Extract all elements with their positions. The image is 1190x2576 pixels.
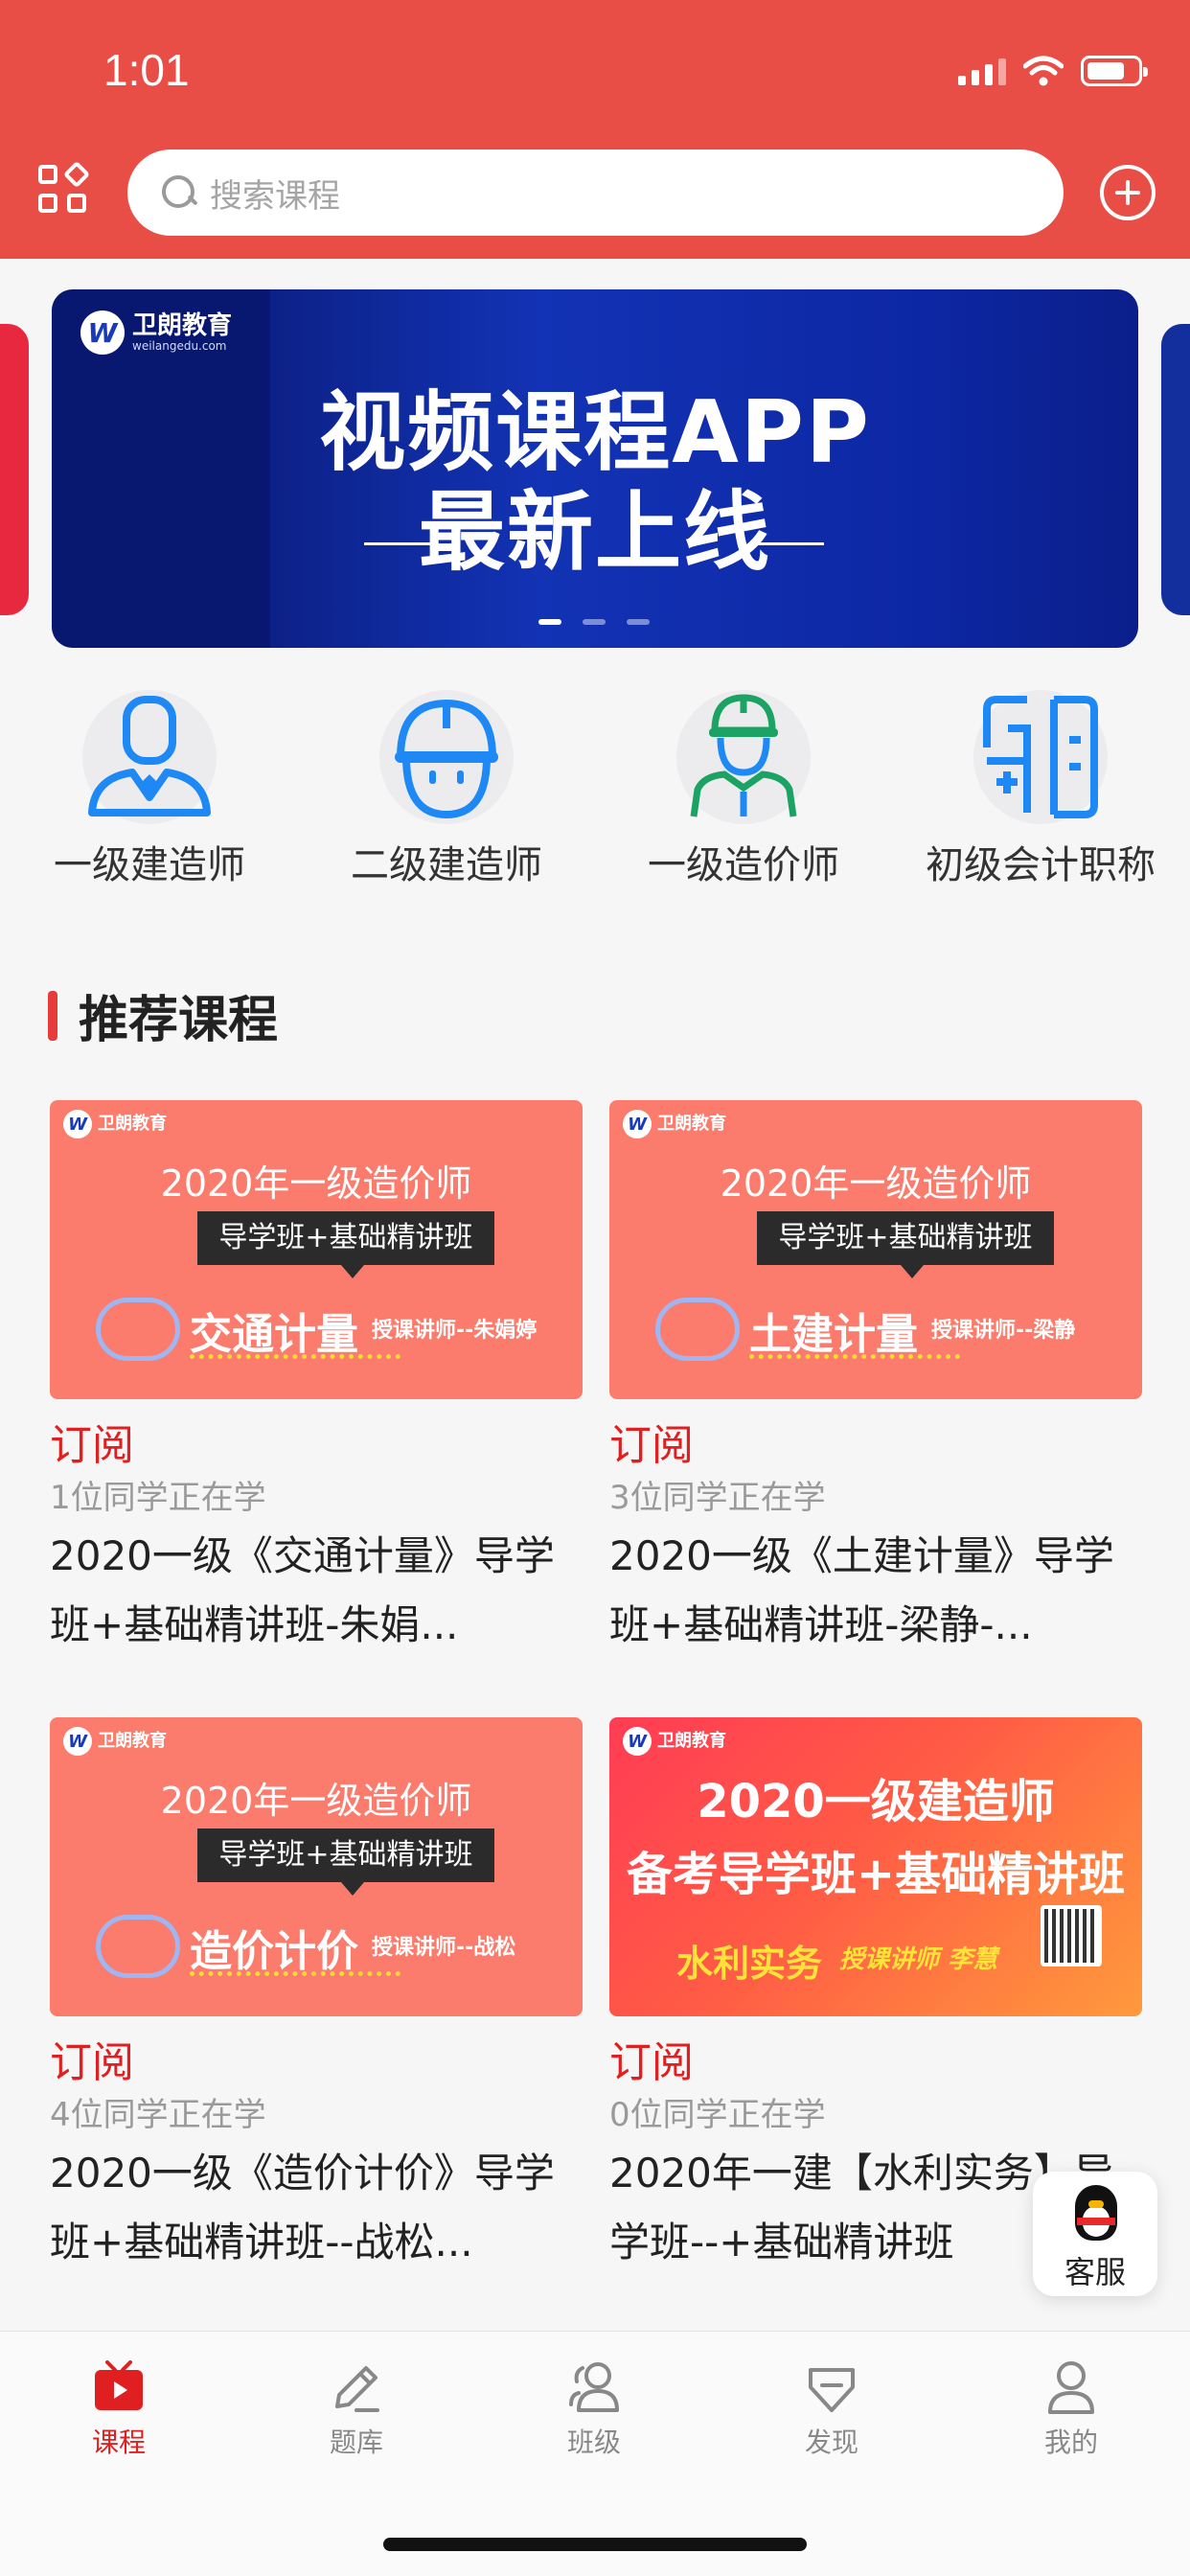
battery-icon: [1081, 56, 1148, 86]
tab-discover[interactable]: 发现: [713, 2358, 950, 2460]
cloud-cap-icon: [655, 1298, 740, 1361]
wifi-icon: [1023, 56, 1064, 86]
learner-count: 3位同学正在学: [609, 1479, 826, 1517]
promo-banner[interactable]: W 卫朗教育 weilangedu.com 视频课程APP 最新上线: [52, 289, 1138, 648]
category-first-builder[interactable]: 一级建造师: [25, 690, 274, 889]
tab-courses[interactable]: 课程: [0, 2358, 238, 2460]
course-thumbnail[interactable]: W 卫朗教育 2020年一级造价师 导学班+基础精讲班 土建计量 授课讲师--梁静: [609, 1100, 1142, 1399]
pagination-dot[interactable]: [627, 619, 650, 625]
pagination-dot[interactable]: [538, 619, 561, 625]
subscribe-link[interactable]: 订阅: [50, 1420, 583, 1472]
course-thumbnail[interactable]: W 卫朗教育 2020年一级造价师 导学班+基础精讲班 交通计量 授课讲师--朱娟…: [50, 1100, 583, 1399]
course-card[interactable]: W 卫朗教育 2020年一级造价师 导学班+基础精讲班 土建计量 授课讲师--梁静…: [609, 1100, 1142, 1660]
banner-logo: W 卫朗教育 weilangedu.com: [80, 310, 232, 355]
top-header: 1:01 搜索课程: [0, 0, 1190, 259]
logo-icon: W: [80, 310, 125, 355]
tab-class[interactable]: 班级: [475, 2358, 713, 2460]
category-junior-accountant[interactable]: 初级会计职称: [916, 690, 1165, 889]
course-card[interactable]: W 卫朗教育 2020年一级造价师 导学班+基础精讲班 造价计价 授课讲师--战松…: [50, 1717, 583, 2277]
search-input[interactable]: 搜索课程: [127, 150, 1064, 236]
pagination-dot[interactable]: [583, 619, 606, 625]
video-icon: [90, 2358, 148, 2416]
thumb-logo: W 卫朗教育: [623, 1727, 726, 1756]
subscribe-link[interactable]: 订阅: [609, 2037, 1142, 2089]
course-card[interactable]: W 卫朗教育 2020年一级造价师 导学班+基础精讲班 交通计量 授课讲师--朱娟…: [50, 1100, 583, 1660]
banner-prev-peek[interactable]: [0, 324, 29, 615]
qq-penguin-icon: [1069, 2185, 1123, 2244]
banner-rule-right: [757, 542, 824, 545]
banner-subheadline: 最新上线: [419, 482, 771, 583]
banner-pagination: [538, 619, 650, 625]
thumb-logo: W 卫朗教育: [623, 1110, 726, 1138]
customer-service-button[interactable]: 客服: [1033, 2172, 1157, 2296]
course-title[interactable]: 2020一级《土建计量》导学班+基础精讲班-梁静-...: [609, 1522, 1142, 1660]
section-accent-bar: [48, 990, 57, 1041]
cloud-cap-icon: [96, 1915, 180, 1978]
tab-question-bank[interactable]: 题库: [238, 2358, 475, 2460]
discover-icon: [803, 2358, 860, 2416]
logo-icon: W: [63, 1110, 92, 1138]
helmet-icon: [379, 690, 514, 824]
banner-rule-left: [364, 542, 431, 545]
pencil-icon: [328, 2358, 385, 2416]
category-row: 一级建造师 二级建造师 一级造价师 初级会计职称: [0, 690, 1190, 901]
course-thumbnail[interactable]: W 卫朗教育 2020一级建造师 备考导学班+基础精讲班 水利实务 授课讲师 李慧: [609, 1717, 1142, 2016]
learner-count: 1位同学正在学: [50, 1479, 266, 1517]
learner-count: 0位同学正在学: [609, 2096, 826, 2134]
subscribe-link[interactable]: 订阅: [50, 2037, 583, 2089]
thumb-logo: W 卫朗教育: [63, 1110, 167, 1138]
subscribe-link[interactable]: 订阅: [609, 1420, 1142, 1472]
banner-next-peek[interactable]: [1161, 324, 1190, 615]
status-time: 1:01: [103, 45, 190, 95]
status-icons: [958, 56, 1148, 86]
add-icon[interactable]: [1100, 165, 1156, 220]
qr-code-icon: [1041, 1905, 1102, 1966]
learner-count: 4位同学正在学: [50, 2096, 266, 2134]
signal-icon: [958, 57, 1006, 85]
logo-icon: W: [623, 1110, 652, 1138]
person-icon: [82, 690, 217, 824]
course-title[interactable]: 2020一级《交通计量》导学班+基础精讲班-朱娟...: [50, 1522, 583, 1660]
profile-icon: [1042, 2358, 1100, 2416]
course-title[interactable]: 2020一级《造价计价》导学班+基础精讲班--战松...: [50, 2139, 583, 2277]
search-placeholder: 搜索课程: [210, 176, 340, 216]
section-title: 推荐课程: [79, 992, 279, 1049]
logo-icon: W: [63, 1727, 92, 1756]
thumb-logo: W 卫朗教育: [63, 1727, 167, 1756]
section-recommended: 推荐课程: [48, 979, 278, 1051]
course-thumbnail[interactable]: W 卫朗教育 2020年一级造价师 导学班+基础精讲班 造价计价 授课讲师--战松: [50, 1717, 583, 2016]
worker-icon: [676, 690, 811, 824]
accounting-icon: [973, 690, 1108, 824]
category-first-cost-engineer[interactable]: 一级造价师: [619, 690, 868, 889]
category-grid-icon[interactable]: [38, 160, 91, 217]
cloud-cap-icon: [96, 1298, 180, 1361]
tab-me[interactable]: 我的: [952, 2358, 1190, 2460]
category-second-builder[interactable]: 二级建造师: [322, 690, 571, 889]
group-icon: [565, 2358, 623, 2416]
logo-icon: W: [623, 1727, 652, 1756]
home-indicator[interactable]: [383, 2538, 807, 2551]
search-icon: [160, 173, 198, 212]
